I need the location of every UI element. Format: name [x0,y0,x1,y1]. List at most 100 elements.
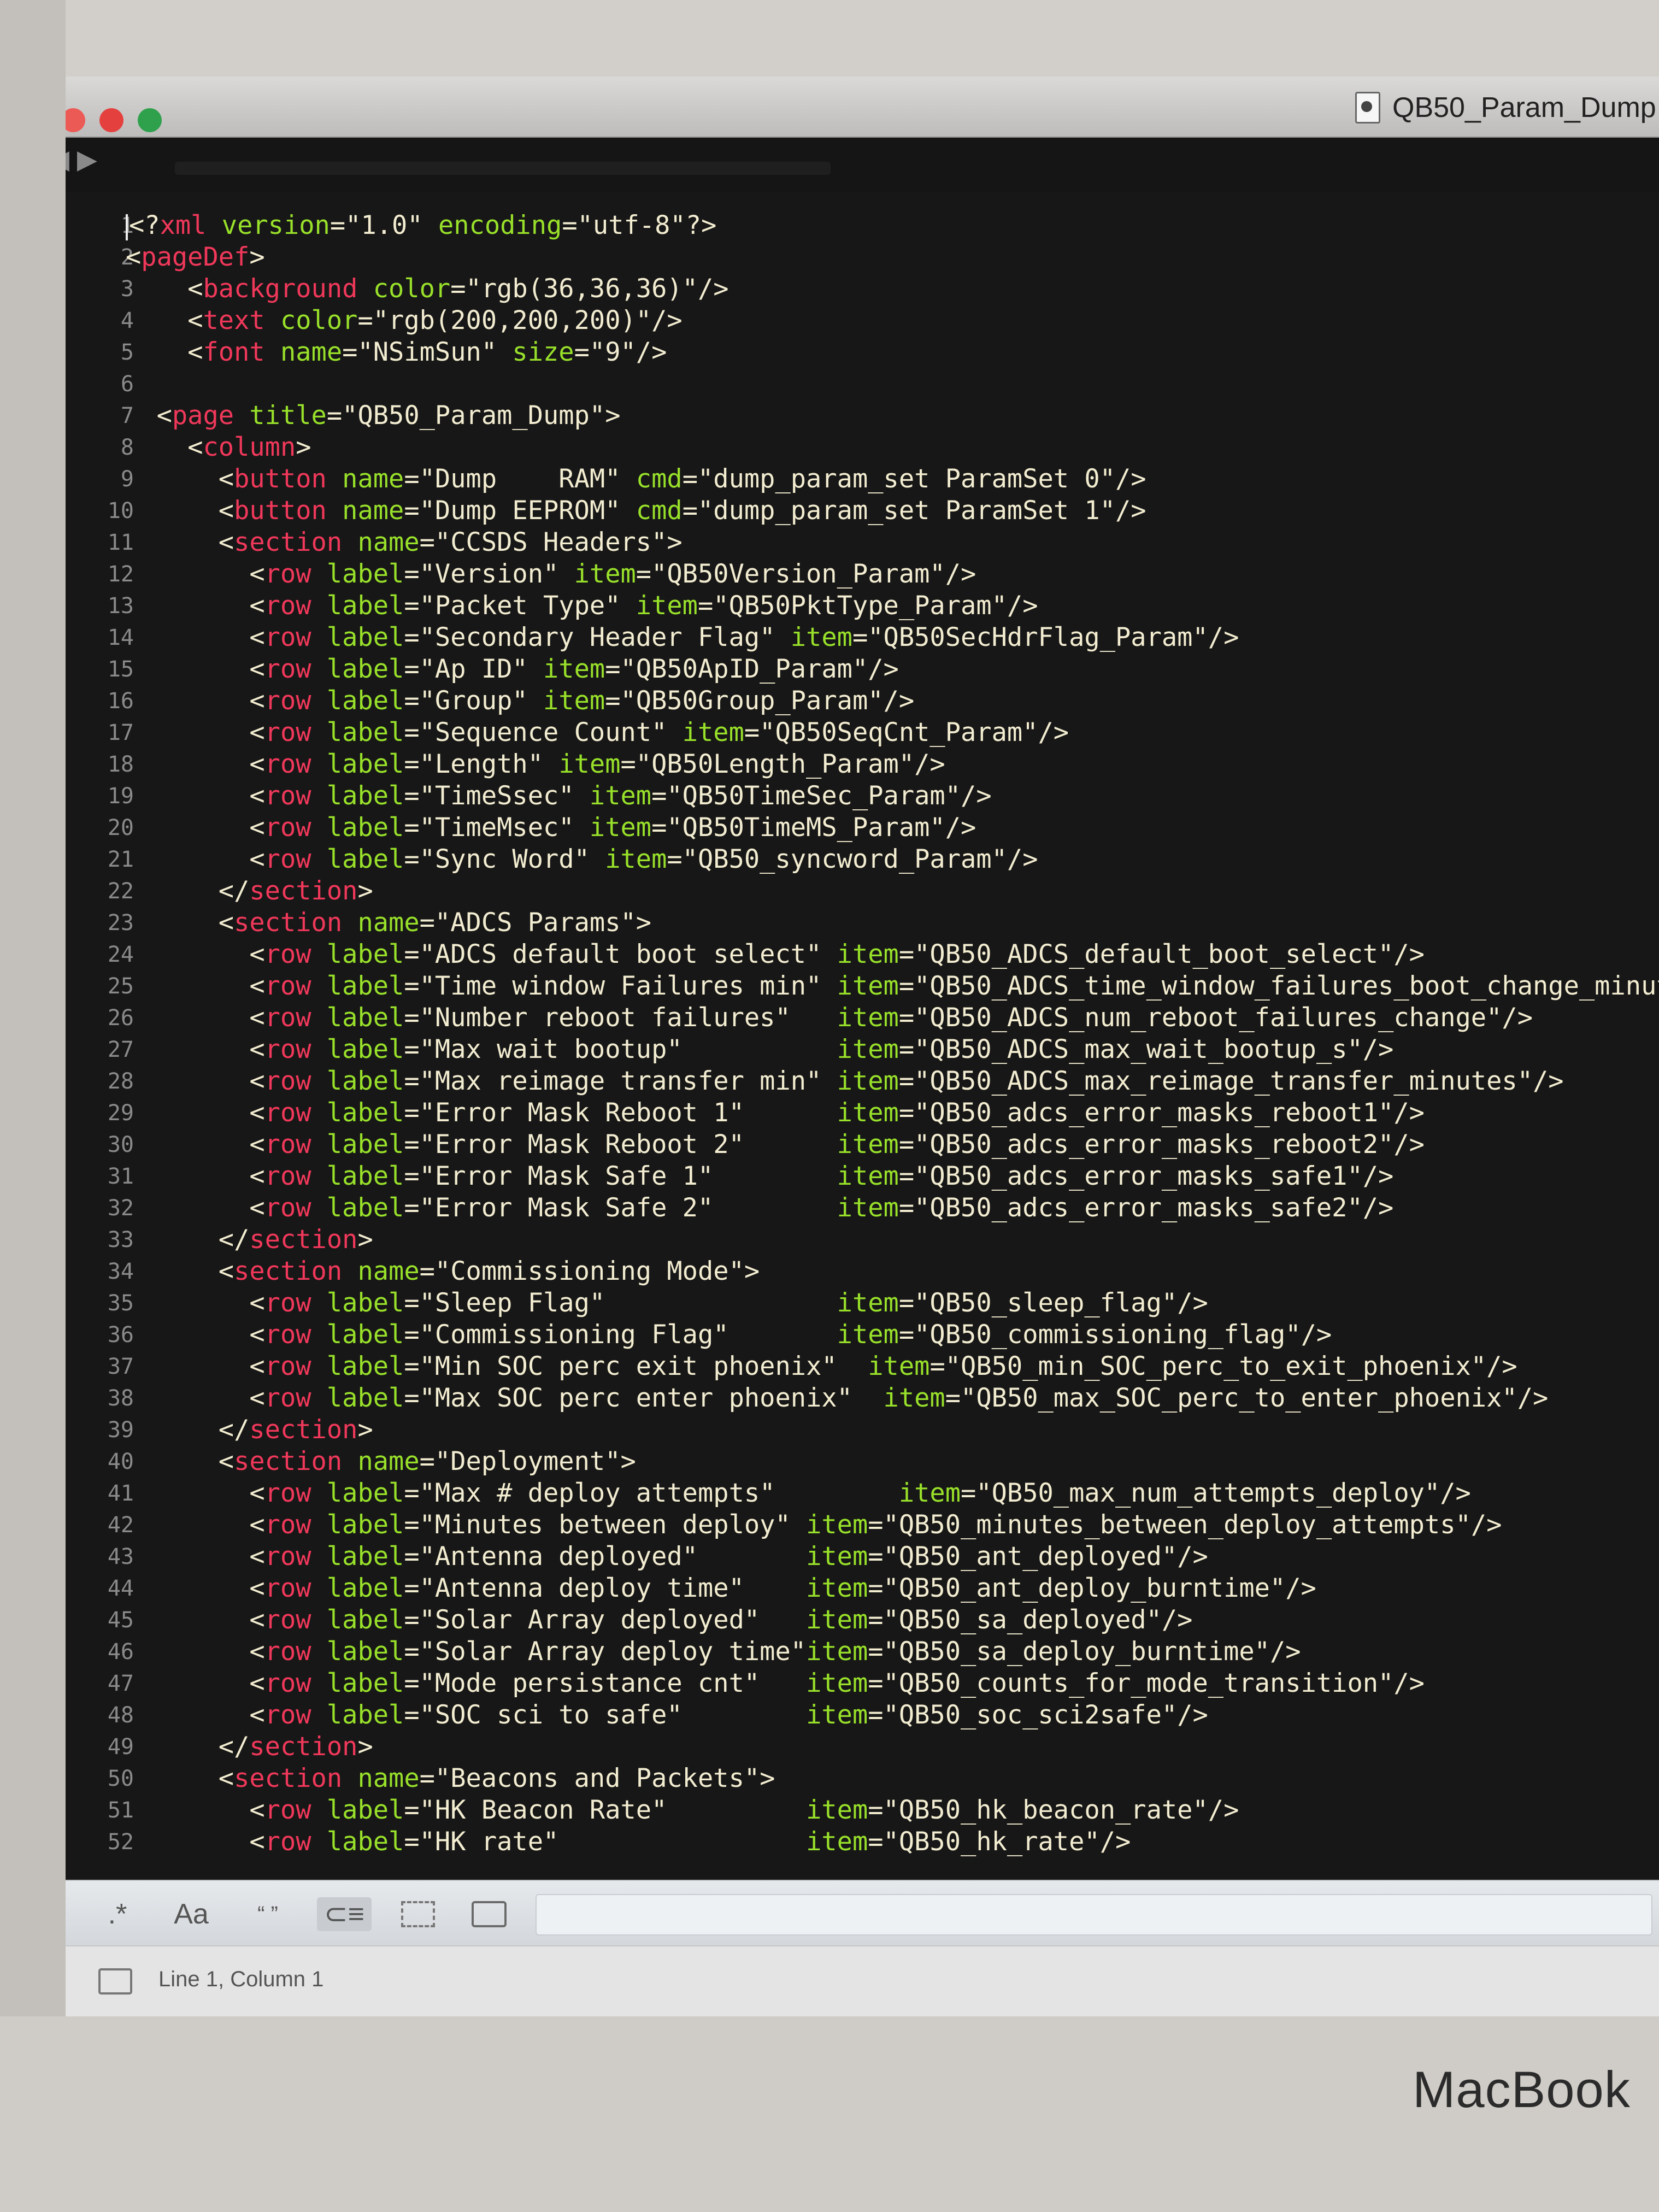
regex-toggle-button[interactable]: .* [98,1897,137,1931]
code-token: > [357,1415,373,1445]
code-token: item [589,813,652,843]
line-number: 49 [107,1734,134,1760]
code-editor[interactable]: 1<?xml version="1.0" encoding="utf-8"?>2… [66,192,1659,1881]
code-token: = [898,1161,915,1191]
code-token: "QB50_sa_deployed" [883,1605,1162,1635]
code-token: cmd [636,464,683,494]
code-token: = [404,1510,420,1540]
code-token: "QB50_ADCS_time_window_failures_boot_cha… [914,971,1659,1001]
code-token: item [837,1288,899,1318]
code-token: label [326,1605,404,1635]
code-token: "QB50_adcs_error_masks_safe2" [914,1193,1363,1223]
code-token: "QB50PktType_Param" [713,591,1007,621]
minimize-icon[interactable] [99,108,123,132]
code-token: item [837,1193,899,1223]
code-token: = [404,813,420,843]
code-token: text [203,305,265,336]
code-token: <? [129,210,160,240]
code-token: /> [914,749,945,779]
code-token: row [264,1637,311,1667]
code-token: < [249,654,265,684]
code-token: = [404,1161,420,1191]
line-number: 42 [107,1513,134,1538]
code-token: "QB50_commissioning_flag" [914,1320,1301,1350]
code-token: section [249,1732,358,1762]
code-token: item [837,1320,899,1350]
code-token: label [326,844,404,874]
code-token: = [342,337,358,367]
code-text: <font name="NSimSun" size="9"/> [126,337,667,368]
code-token: item [837,1098,899,1128]
close-icon[interactable] [66,108,85,132]
code-token: row [264,1827,311,1857]
code-token: item [837,1066,899,1096]
whole-word-toggle-button[interactable]: “ ” [240,1897,295,1931]
code-token: = [419,1763,435,1793]
code-token: "dump_param_set ParamSet 1" [697,496,1115,526]
code-token: </ [218,876,250,906]
code-token: xml [160,210,207,240]
code-token: item [868,1351,930,1381]
code-token: = [326,401,343,431]
code-token: /> [1161,1605,1193,1635]
highlight-matches-icon[interactable] [470,1897,508,1931]
code-token: = [667,844,683,874]
code-token: "Error Mask Reboot 2" [419,1129,744,1160]
code-token: = [404,591,420,621]
code-token: "dump_param_set ParamSet 0" [697,464,1115,494]
find-input[interactable] [536,1894,1652,1935]
code-token: item [543,686,605,716]
code-text: <row label="ADCS default boot select" it… [126,939,1425,970]
tab-strip[interactable] [175,162,831,175]
line-number: 30 [107,1132,134,1157]
code-token: "QB50_ADCS_num_reboot_failures_change" [914,1003,1502,1033]
line-number: 36 [107,1322,134,1348]
zoom-icon[interactable] [138,108,162,132]
code-token: item [806,1827,868,1857]
console-icon[interactable] [98,1968,132,1995]
code-token: encoding [438,210,562,240]
code-token: = [404,1383,420,1413]
code-token: "QB50_max_SOC_perc_to_enter_phoenix" [961,1383,1517,1413]
code-token: row [264,717,311,748]
line-number: 14 [107,625,134,650]
code-token: < [218,908,234,938]
code-token: = [357,305,373,336]
code-token: label [326,1161,404,1191]
code-token: label [326,939,404,969]
code-token: name [357,527,420,557]
case-sensitive-toggle-button[interactable]: Aa [164,1897,219,1931]
code-text: <section name="Deployment"> [126,1446,636,1478]
line-number: 35 [107,1291,134,1316]
in-selection-toggle-button[interactable]: ⊂≡ [317,1897,372,1931]
back-forward-arrows-icon[interactable]: ◀▶ [66,144,105,175]
code-token: label [326,1383,404,1413]
code-token: section [234,1446,343,1476]
code-token: name [357,1256,420,1286]
selection-icon[interactable] [399,1897,437,1931]
code-token: color [373,274,451,304]
code-token: = [404,1573,420,1603]
code-token: = [419,908,435,938]
code-token: = [898,1066,915,1096]
code-token: "NSimSun" [357,337,497,367]
code-token: < [249,1351,265,1381]
code-token: row [264,559,311,589]
cursor-position[interactable]: Line 1, Column 1 [158,1967,323,1992]
line-number: 27 [107,1037,134,1062]
